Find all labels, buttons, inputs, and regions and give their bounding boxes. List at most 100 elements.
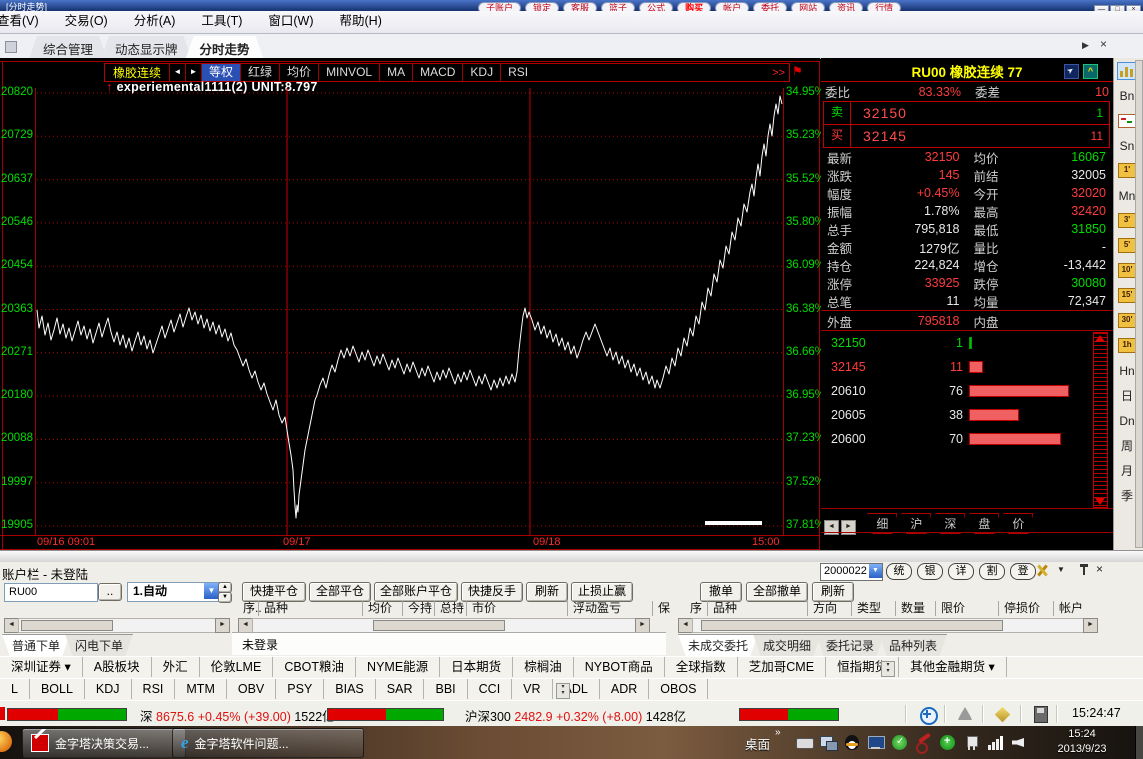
tab-symbol-list[interactable]: 品种列表 xyxy=(879,634,947,657)
mid-scroll-right-icon[interactable]: ► xyxy=(635,618,650,633)
market-tab-6[interactable]: 日本期货 xyxy=(440,657,513,677)
alert-bell-icon[interactable] xyxy=(958,707,972,720)
pos-col-margin[interactable]: 保 xyxy=(652,601,670,616)
pos-col-market[interactable]: 市价 xyxy=(466,601,516,616)
subaccount-button[interactable]: 子账户 xyxy=(478,2,521,11)
tab-shenzhen[interactable]: 深 xyxy=(935,513,965,534)
tab-normal-order[interactable]: 普通下单 xyxy=(2,634,70,657)
ord-col-qty[interactable]: 数量 xyxy=(895,601,935,616)
order-book-row[interactable]: 2061076 xyxy=(831,383,1069,399)
indicator-tab-L[interactable]: L xyxy=(0,679,30,699)
desktop-chevron-icon[interactable]: » xyxy=(775,727,781,738)
tab-pan[interactable]: 盘 xyxy=(969,513,999,534)
pointer-icon[interactable] xyxy=(1064,64,1079,79)
tab-order-history[interactable]: 委托记录 xyxy=(816,634,884,657)
market-tab-0[interactable]: 深圳证券 ▾ xyxy=(0,657,83,677)
menu-analysis[interactable]: 分析(A) xyxy=(121,11,189,32)
mode-select[interactable]: 1.自动 ▼ xyxy=(127,582,220,602)
scroll-down-icon[interactable] xyxy=(1095,498,1105,505)
tray-update-icon[interactable]: + xyxy=(940,734,957,751)
tray-brush-icon[interactable] xyxy=(916,734,933,751)
left-hscrollbar[interactable] xyxy=(18,618,216,633)
menu-help[interactable]: 帮助(H) xyxy=(327,11,395,32)
toolbar-dropdown-icon[interactable]: ▼ xyxy=(1057,565,1065,574)
tools-icon[interactable] xyxy=(1035,563,1049,577)
tray-speaker-icon[interactable] xyxy=(1012,734,1029,751)
mode-kdj[interactable]: KDJ xyxy=(462,64,500,81)
left-scroll-right-icon[interactable]: ► xyxy=(215,618,230,633)
combo-dropdown-icon[interactable]: ▼ xyxy=(869,564,882,578)
detail-mini-button[interactable]: 详 xyxy=(948,563,974,580)
right-scroll-left-icon[interactable]: ◄ xyxy=(678,618,693,633)
next-symbol-icon[interactable]: ► xyxy=(185,64,201,81)
task-ie-window[interactable]: e 金字塔软件问题... xyxy=(172,728,364,758)
menu-window[interactable]: 窗口(W) xyxy=(255,11,326,32)
indicator-tab-KDJ[interactable]: KDJ xyxy=(85,679,132,699)
ask-row[interactable]: 卖 32150 1 xyxy=(824,102,1109,125)
market-tab-1[interactable]: A股板块 xyxy=(83,657,152,677)
indicator-tab-PSY[interactable]: PSY xyxy=(276,679,324,699)
account-combo[interactable]: 2000022 ▼ xyxy=(820,563,883,581)
disk-icon[interactable] xyxy=(1034,706,1048,723)
order-book-row[interactable]: 2060070 xyxy=(831,431,1061,447)
alert-flag-icon[interactable]: ⚑ xyxy=(792,64,803,78)
mode-equal-weight[interactable]: 等权 xyxy=(201,64,240,81)
tab-pending-orders[interactable]: 未成交委托 xyxy=(678,634,758,657)
mode-avg-price[interactable]: 均价 xyxy=(279,64,318,81)
formula-button[interactable]: 公式 xyxy=(639,2,673,11)
indicator-tab-VR[interactable]: VR xyxy=(512,679,552,699)
close-all-button[interactable]: 全部平仓 xyxy=(309,582,371,602)
message-icon[interactable] xyxy=(995,707,1011,723)
right-hscrollbar[interactable] xyxy=(692,618,1084,633)
market-overflow-icon[interactable]: ▾▾ xyxy=(881,661,895,677)
quick-close-button[interactable]: 快捷平仓 xyxy=(242,582,306,602)
tray-display-icon[interactable] xyxy=(868,734,885,751)
stop-loss-button[interactable]: 止损止赢 xyxy=(571,582,633,602)
service-button[interactable]: 客服 xyxy=(563,2,597,11)
network-globe-icon[interactable] xyxy=(920,707,938,725)
indicator-tab-BIAS[interactable]: BIAS xyxy=(324,679,376,699)
spin-down-icon[interactable]: ▼ xyxy=(218,592,232,603)
pos-col-avg[interactable]: 均价 xyxy=(362,601,400,616)
task-pyramid-app[interactable]: 金字塔决策交易... xyxy=(22,728,186,758)
align-top-icon[interactable]: ^ xyxy=(1083,64,1098,79)
buy-button[interactable]: 购买 xyxy=(677,2,711,11)
start-orb[interactable] xyxy=(0,731,12,752)
indicator-tab-CCI[interactable]: CCI xyxy=(468,679,513,699)
browse-button[interactable]: .. xyxy=(98,583,122,601)
quick-reverse-button[interactable]: 快捷反手 xyxy=(461,582,523,602)
chart-more-icon[interactable]: >> xyxy=(772,67,789,79)
symbol-input[interactable]: RU00 xyxy=(4,583,98,602)
close-all-accounts-button[interactable]: 全部账户平仓 xyxy=(374,582,458,602)
tab-shanghai[interactable]: 沪 xyxy=(901,513,931,534)
ord-col-direction[interactable]: 方向 xyxy=(807,601,851,616)
bid-row[interactable]: 买 32145 11 xyxy=(824,125,1109,147)
lock-button[interactable]: 锁定 xyxy=(525,2,559,11)
mode-minvol[interactable]: MINVOL xyxy=(318,64,379,81)
tab-scroll-right-icon[interactable]: ▶ xyxy=(1082,40,1089,51)
tray-signal-icon[interactable] xyxy=(988,734,1005,751)
pos-col-today[interactable]: 今持 xyxy=(402,601,434,616)
tab-flash-order[interactable]: 闪电下单 xyxy=(65,634,133,657)
price-plot[interactable] xyxy=(36,88,783,535)
left-scroll-left-icon[interactable]: ◄ xyxy=(4,618,19,633)
login-mini-button[interactable]: 登 xyxy=(1010,563,1036,580)
pos-col-symbol[interactable]: 品种 xyxy=(258,601,362,616)
mid-hscrollbar[interactable] xyxy=(252,618,636,633)
tray-keyboard-icon[interactable] xyxy=(796,734,813,751)
tab-trade-detail[interactable]: 成交明细 xyxy=(753,634,821,657)
tray-qq-icon[interactable] xyxy=(844,734,861,751)
pos-col-pnl[interactable]: 浮动盈亏 xyxy=(567,601,649,616)
cancel-all-button[interactable]: 全部撤单 xyxy=(746,582,808,602)
market-tab-7[interactable]: 棕榈油 xyxy=(513,657,574,677)
ord-col-stop[interactable]: 停损价 xyxy=(998,601,1052,616)
prev-symbol-icon[interactable]: ◄ xyxy=(169,64,185,81)
market-tab-9[interactable]: 全球指数 xyxy=(665,657,738,677)
desktop-toolbar-label[interactable]: 桌面 xyxy=(745,734,770,753)
pin-icon[interactable] xyxy=(1080,564,1088,576)
tab-detail[interactable]: 细 xyxy=(867,513,897,534)
mode-red-green[interactable]: 红绿 xyxy=(240,64,279,81)
tab-price[interactable]: 价 xyxy=(1003,513,1033,534)
mode-ma[interactable]: MA xyxy=(379,64,412,81)
quotes-button[interactable]: 行情 xyxy=(867,2,901,11)
